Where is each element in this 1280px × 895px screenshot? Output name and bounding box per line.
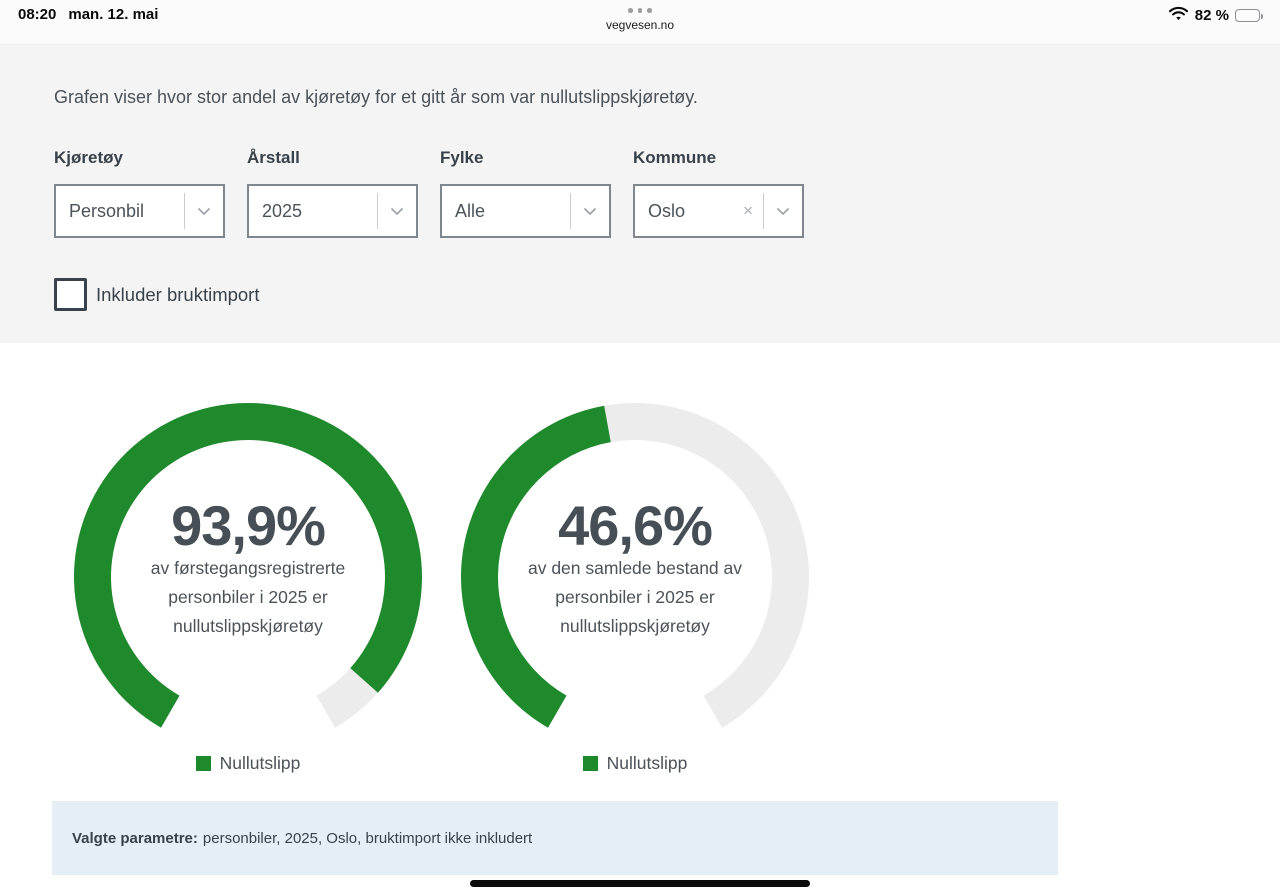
chevron-down-icon[interactable] [378, 207, 416, 216]
checkbox-label: Inkluder bruktimport [96, 283, 260, 305]
legend-swatch-icon [582, 756, 598, 771]
status-bar: 08:20 man. 12. mai vegvesen.no 82 % [0, 0, 1280, 45]
selected-value: Personbil [69, 200, 145, 221]
field-kjoretoy: Kjøretøy Personbil [54, 148, 225, 238]
gauge-desc-line: nullutslippskjøretøy [560, 616, 710, 636]
home-indicator[interactable] [470, 880, 810, 887]
clock-time: 08:20 [18, 6, 57, 23]
legend-label: Nullutslipp [606, 753, 688, 773]
legend-label: Nullutslipp [219, 753, 301, 773]
gauge-center-text: 46,6% av den samlede bestand av personbi… [461, 498, 809, 641]
clock-date: man. 12. mai [68, 6, 159, 23]
legend-item[interactable]: Nullutslipp [74, 753, 422, 774]
gauge-desc-line: av den samlede bestand av [527, 558, 743, 578]
gauge-first-registrations: 93,9% av førstegangsregistrerte personbi… [74, 403, 422, 774]
field-arstall: Årstall 2025 [247, 148, 418, 238]
legend-item[interactable]: Nullutslipp [461, 753, 809, 774]
gauge-value: 46,6% [558, 494, 713, 557]
gauge-charts: 93,9% av førstegangsregistrerte personbi… [74, 343, 1280, 774]
fylke-select[interactable]: Alle [440, 184, 611, 238]
filter-section: Grafen viser hvor stor andel av kjøretøy… [0, 45, 1280, 343]
selected-value: 2025 [262, 200, 303, 221]
chevron-down-icon[interactable] [764, 207, 802, 216]
chevron-down-icon[interactable] [571, 207, 609, 216]
kommune-select[interactable]: Oslo × [633, 184, 804, 238]
selected-parameters-box: Valgte parametre: personbiler, 2025, Osl… [52, 801, 1058, 875]
battery-percent: 82 % [1194, 7, 1229, 24]
gauge-desc-line: personbiler i 2025 er [168, 587, 328, 607]
wifi-icon [1168, 6, 1189, 25]
gauge-value: 93,9% [171, 494, 326, 557]
clear-selection-icon[interactable]: × [743, 201, 763, 221]
filter-fields: Kjøretøy Personbil Årstall 2025 Fylke Al… [54, 148, 1226, 238]
summary-label: Valgte parametre: [72, 829, 198, 847]
selected-value: Oslo [648, 200, 686, 221]
field-kommune: Kommune Oslo × [633, 148, 804, 238]
field-label: Årstall [247, 148, 300, 167]
field-label: Kjøretøy [54, 148, 123, 167]
battery-icon [1235, 9, 1263, 22]
gauge-desc-line: personbiler i 2025 er [555, 587, 715, 607]
summary-text: personbiler, 2025, Oslo, bruktimport ikk… [202, 829, 533, 847]
chevron-down-icon[interactable] [185, 207, 223, 216]
field-label: Fylke [440, 148, 484, 167]
kjoretoy-select[interactable]: Personbil [54, 184, 225, 238]
page-menu-dots-icon[interactable] [606, 8, 674, 13]
bruktimport-checkbox[interactable] [54, 278, 87, 311]
gauge-desc-line: av førstegangsregistrerte [150, 558, 346, 578]
gauge-total-fleet: 46,6% av den samlede bestand av personbi… [461, 403, 809, 774]
field-label: Kommune [633, 148, 717, 167]
legend-swatch-icon [195, 756, 211, 771]
chart-description: Grafen viser hvor stor andel av kjøretøy… [54, 87, 698, 107]
gauge-center-text: 93,9% av førstegangsregistrerte personbi… [74, 498, 422, 641]
field-fylke: Fylke Alle [440, 148, 611, 238]
arstall-select[interactable]: 2025 [247, 184, 418, 238]
selected-value: Alle [455, 200, 486, 221]
gauge-desc-line: nullutslippskjøretøy [173, 616, 323, 636]
address-bar[interactable]: vegvesen.no [606, 18, 674, 32]
bruktimport-checkbox-row[interactable]: Inkluder bruktimport [54, 278, 1226, 311]
